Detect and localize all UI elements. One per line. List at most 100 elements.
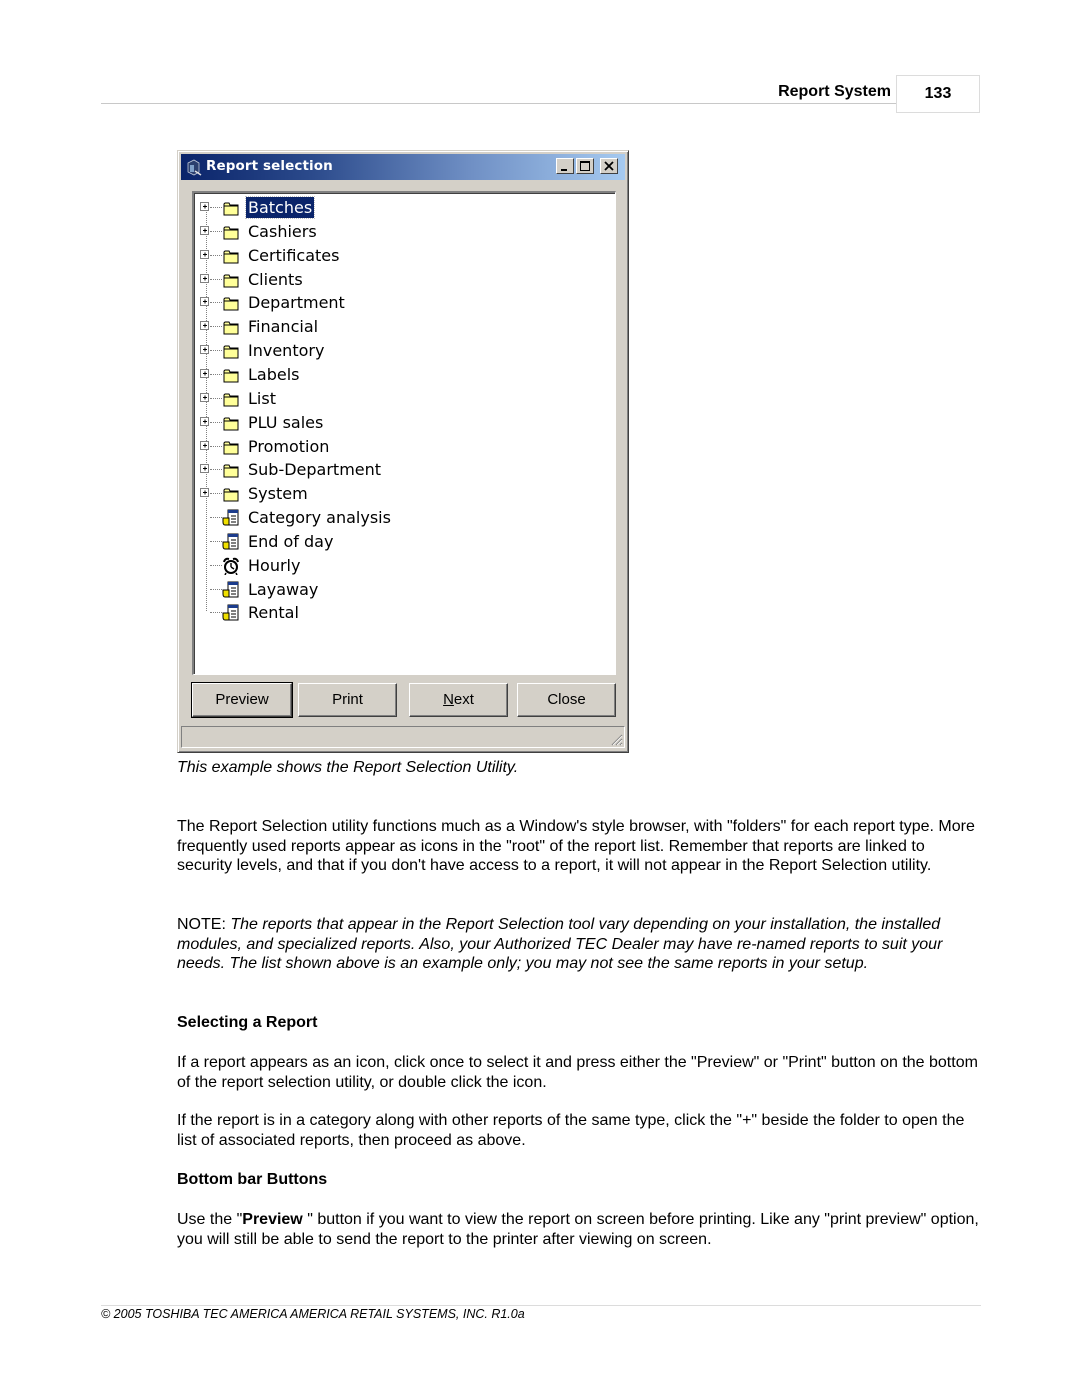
tree-item-sub-department[interactable]: Sub-Department: [198, 459, 598, 481]
tree-item-label: PLU sales: [248, 412, 324, 432]
print-button[interactable]: Print: [298, 683, 397, 717]
expand-icon[interactable]: [200, 464, 209, 474]
intro-paragraph: The Report Selection utility functions m…: [177, 818, 975, 875]
expand-icon[interactable]: [200, 416, 209, 426]
close-window-button[interactable]: [600, 158, 618, 174]
tree-item-label: Category analysis: [248, 508, 391, 528]
close-button[interactable]: Close: [517, 683, 616, 717]
next-button[interactable]: Next: [409, 683, 508, 717]
expand-icon[interactable]: [200, 273, 209, 283]
note-text: The reports that appear in the Report Se…: [177, 916, 943, 973]
tree-item-label: Certificates: [248, 245, 340, 265]
expand-icon[interactable]: [200, 368, 209, 378]
preview-text-a: Use the ": [177, 1211, 243, 1228]
tree-item-certificates[interactable]: Certificates: [198, 245, 598, 267]
app-icon: [187, 159, 202, 176]
tree-item-clients[interactable]: Clients: [198, 269, 598, 291]
selecting-paragraph-2: If the report is in a category along wit…: [177, 1112, 965, 1149]
expand-icon[interactable]: [200, 392, 209, 402]
tree-connector: [210, 588, 222, 590]
tree-connector: [210, 230, 222, 232]
maximize-icon: [580, 161, 590, 171]
tree-item-promotion[interactable]: Promotion: [198, 436, 598, 458]
next-label: ext: [453, 691, 474, 708]
expand-icon[interactable]: [200, 488, 209, 498]
tree-item-label: End of day: [248, 531, 334, 551]
maximize-button[interactable]: [576, 158, 594, 174]
tree-item-label: Batches: [244, 196, 316, 219]
expand-icon[interactable]: [200, 321, 209, 331]
folder-icon: [223, 369, 239, 383]
section-title: Report System: [778, 83, 891, 100]
tree-item-rental[interactable]: Rental: [198, 602, 598, 624]
preview-button[interactable]: Preview: [191, 682, 293, 718]
expand-icon[interactable]: [200, 249, 209, 259]
report-tree[interactable]: Batches Cashiers Certificates Clients Depart…: [192, 191, 616, 675]
tree-connector: [210, 397, 222, 399]
tree-item-label: Inventory: [248, 341, 325, 361]
figure-caption: This example shows the Report Selection …: [177, 759, 519, 776]
selecting-paragraph-1: If a report appears as an icon, click on…: [177, 1054, 978, 1091]
tree-connector: [210, 350, 222, 352]
title-bar[interactable]: Report selection: [181, 154, 625, 180]
tree-item-financial[interactable]: Financial: [198, 316, 598, 338]
close-icon: [604, 161, 614, 171]
report-icon: [222, 533, 239, 550]
folder-icon: [223, 226, 239, 240]
tree-item-layaway[interactable]: Layaway: [198, 579, 598, 601]
tree-item-batches[interactable]: Batches: [198, 196, 598, 219]
tree-item-system[interactable]: System: [198, 483, 598, 505]
window-title: Report selection: [206, 158, 333, 174]
expand-icon[interactable]: [200, 345, 209, 355]
report-icon: [222, 581, 239, 598]
tree-item-label: Rental: [248, 603, 299, 623]
folder-icon: [223, 441, 239, 454]
folder-icon: [223, 345, 239, 359]
minimize-button[interactable]: [556, 158, 574, 174]
folder-icon: [223, 202, 239, 216]
resize-grip-icon[interactable]: [609, 732, 623, 746]
expand-icon[interactable]: [200, 440, 209, 450]
tree-item-end-of-day[interactable]: End of day: [198, 531, 598, 553]
tree-item-plu-sales[interactable]: PLU sales: [198, 412, 598, 434]
tree-connector: [210, 278, 222, 280]
folder-icon: [223, 488, 239, 502]
folder-icon: [223, 297, 239, 311]
tree-item-category-analysis[interactable]: Category analysis: [198, 507, 598, 529]
tree-item-label: Cashiers: [248, 221, 317, 241]
minimize-icon: [561, 169, 567, 171]
folder-icon: [223, 274, 239, 288]
expand-icon[interactable]: [200, 297, 209, 307]
tree-connector: [210, 326, 222, 328]
tree-item-label: Labels: [248, 364, 300, 384]
tree-connector: [210, 254, 222, 256]
expand-icon[interactable]: [200, 202, 209, 211]
next-mnemonic: N: [443, 691, 454, 708]
tree-connector: [210, 421, 222, 423]
preview-bold: Preview: [242, 1211, 303, 1228]
tree-item-label: Hourly: [248, 555, 301, 575]
note-label: NOTE:: [177, 916, 231, 933]
tree-item-hourly[interactable]: Hourly: [198, 555, 598, 577]
tree-item-label: Promotion: [248, 436, 330, 456]
tree-connector: [210, 207, 222, 208]
report-icon: [222, 604, 239, 621]
tree-item-labels[interactable]: Labels: [198, 364, 598, 386]
tree-item-inventory[interactable]: Inventory: [198, 340, 598, 362]
page-number: 133: [896, 75, 980, 113]
expand-icon[interactable]: [200, 225, 209, 235]
tree-item-label: System: [248, 484, 308, 504]
tree-connector: [210, 540, 222, 542]
tree-item-cashiers[interactable]: Cashiers: [198, 221, 598, 243]
footer-copyright: © 2005 TOSHIBA TEC AMERICA AMERICA RETAI…: [101, 1307, 525, 1321]
tree-item-department[interactable]: Department: [198, 292, 598, 314]
tree-item-label: Department: [248, 293, 345, 313]
tree-connector: [210, 517, 222, 519]
heading-bottom-bar-buttons: Bottom bar Buttons: [177, 1171, 328, 1188]
preview-paragraph: Use the "Preview " button if you want to…: [177, 1210, 982, 1249]
tree-item-list[interactable]: List: [198, 388, 598, 410]
tree-connector: [210, 493, 222, 495]
tree-connector: [210, 445, 222, 447]
status-bar: [181, 726, 625, 748]
folder-icon: [223, 393, 239, 407]
